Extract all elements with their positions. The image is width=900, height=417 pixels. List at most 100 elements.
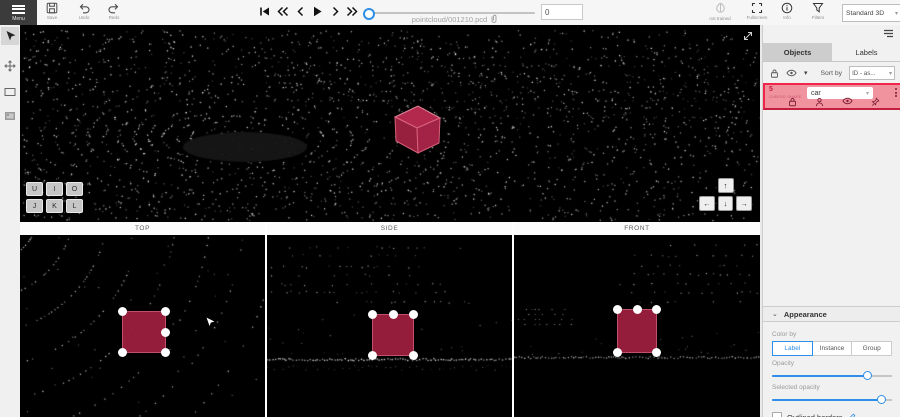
tool-select-cursor[interactable] bbox=[1, 27, 19, 45]
resize-handle[interactable] bbox=[652, 305, 661, 314]
appearance-header[interactable]: ⌄ Appearance bbox=[763, 306, 900, 322]
object-list-item[interactable]: 5 CUBOID SHAPE car ▾ bbox=[763, 83, 900, 110]
color-by-label-button[interactable]: Label bbox=[772, 341, 813, 356]
resize-handle[interactable] bbox=[161, 307, 170, 316]
fast-forward-button[interactable] bbox=[346, 5, 359, 18]
color-by-group-button[interactable]: Group bbox=[851, 341, 892, 356]
arrow-down-key[interactable]: ↓ bbox=[718, 196, 734, 211]
fullscreen-button[interactable]: Fullscreen bbox=[742, 2, 772, 20]
key-k[interactable]: K bbox=[46, 199, 63, 213]
prev-frame-button[interactable] bbox=[294, 5, 307, 18]
tool-image[interactable] bbox=[1, 107, 19, 125]
filename-text: pointcloud/001210.pcd bbox=[412, 15, 487, 24]
sort-by-label: Sort by bbox=[821, 70, 843, 77]
key-u[interactable]: U bbox=[26, 182, 43, 196]
app-window: Menu Save Undo Redo pointcloud/001210.pc… bbox=[0, 0, 900, 417]
key-o[interactable]: O bbox=[66, 182, 83, 196]
resize-handle[interactable] bbox=[409, 310, 418, 319]
frame-number-input[interactable] bbox=[541, 4, 583, 20]
filters-button[interactable]: Filters bbox=[803, 2, 833, 20]
save-button[interactable]: Save bbox=[38, 2, 66, 20]
key-l[interactable]: L bbox=[66, 199, 83, 213]
rotate-handle[interactable] bbox=[389, 310, 398, 319]
key-j[interactable]: J bbox=[26, 199, 43, 213]
kebab-menu-icon[interactable] bbox=[895, 88, 897, 97]
viewport-top-canvas-area[interactable] bbox=[20, 235, 265, 417]
rotate-handle[interactable] bbox=[161, 328, 170, 337]
resize-handle[interactable] bbox=[118, 348, 127, 357]
left-toolbar bbox=[0, 25, 21, 417]
filters-label: Filters bbox=[812, 15, 824, 20]
info-button[interactable]: Info bbox=[772, 2, 802, 20]
not-trained-label: not trained bbox=[709, 16, 730, 21]
objects-controls-row: ▾ Sort by ID - as... ▾ bbox=[763, 65, 900, 81]
viewport-top-title: TOP bbox=[20, 222, 265, 235]
opacity-slider[interactable] bbox=[772, 371, 892, 380]
arrow-right-key[interactable]: → bbox=[736, 196, 752, 211]
resize-handle[interactable] bbox=[161, 348, 170, 357]
not-trained-button[interactable]: not trained bbox=[704, 2, 736, 21]
next-frame-button[interactable] bbox=[329, 5, 342, 18]
resize-handle[interactable] bbox=[368, 310, 377, 319]
viewport-front-canvas-area[interactable] bbox=[514, 235, 760, 417]
pencil-icon[interactable] bbox=[847, 413, 856, 417]
arrow-up-key[interactable]: ↑ bbox=[718, 178, 734, 193]
menu-button[interactable]: Menu bbox=[0, 0, 37, 25]
key-i[interactable]: I bbox=[46, 182, 63, 196]
outlined-borders-row: Outlined borders bbox=[772, 412, 892, 417]
annotation-box-top[interactable] bbox=[122, 311, 166, 353]
annotation-box-side[interactable] bbox=[372, 314, 414, 356]
resize-handle[interactable] bbox=[118, 307, 127, 316]
tool-pan-move[interactable] bbox=[1, 57, 19, 75]
viewport-side: SIDE bbox=[267, 222, 512, 417]
save-label: Save bbox=[47, 15, 57, 20]
tool-box[interactable] bbox=[1, 83, 19, 101]
visibility-all-icon[interactable] bbox=[786, 69, 797, 77]
opacity-slider-handle[interactable] bbox=[863, 371, 872, 380]
person-icon[interactable] bbox=[815, 97, 824, 107]
caret-down-icon[interactable]: ▾ bbox=[804, 69, 808, 77]
nav-arrow-pad: ↑ ← ↓ → bbox=[699, 178, 752, 214]
rotate-handle[interactable] bbox=[633, 305, 642, 314]
color-by-instance-button[interactable]: Instance bbox=[812, 341, 853, 356]
arrow-left-key[interactable]: ← bbox=[699, 196, 715, 211]
annotation-box-front[interactable] bbox=[617, 309, 657, 353]
expand-icon[interactable] bbox=[742, 30, 754, 42]
fast-backward-button[interactable] bbox=[276, 5, 289, 18]
resize-handle[interactable] bbox=[613, 348, 622, 357]
object-id: 5 bbox=[769, 86, 773, 93]
lock-icon[interactable] bbox=[788, 97, 797, 107]
skip-start-button[interactable] bbox=[258, 5, 271, 18]
lock-all-icon[interactable] bbox=[770, 68, 779, 79]
tab-labels[interactable]: Labels bbox=[832, 43, 900, 61]
pin-icon[interactable] bbox=[871, 97, 880, 107]
collapse-chevron-icon: ⌄ bbox=[772, 310, 778, 318]
mode-select[interactable]: Standard 3D ▾ bbox=[842, 4, 900, 22]
selected-opacity-slider-handle[interactable] bbox=[877, 395, 886, 404]
filter-icon bbox=[812, 2, 824, 14]
cuboid-annotation-3d[interactable] bbox=[391, 104, 445, 156]
opacity-label: Opacity bbox=[772, 360, 892, 367]
right-sidebar: Objects Labels ▾ Sort by ID - as... ▾ 5 … bbox=[762, 25, 900, 417]
appearance-title: Appearance bbox=[784, 310, 827, 319]
outlined-borders-checkbox[interactable] bbox=[772, 412, 782, 417]
resize-handle[interactable] bbox=[613, 305, 622, 314]
viewport-side-canvas-area[interactable] bbox=[267, 235, 512, 417]
panel-menu-icon[interactable] bbox=[883, 29, 894, 38]
resize-handle[interactable] bbox=[652, 348, 661, 357]
resize-handle[interactable] bbox=[368, 351, 377, 360]
undo-button[interactable]: Undo bbox=[70, 2, 98, 20]
play-button[interactable] bbox=[311, 5, 324, 18]
resize-handle[interactable] bbox=[409, 351, 418, 360]
tab-objects[interactable]: Objects bbox=[763, 43, 832, 61]
pointcloud-canvas-main[interactable] bbox=[20, 25, 760, 222]
undo-label: Undo bbox=[79, 15, 90, 20]
undo-icon bbox=[78, 2, 90, 14]
selected-opacity-label: Selected opacity bbox=[772, 384, 892, 391]
eye-icon[interactable] bbox=[842, 97, 853, 107]
frame-slider-handle[interactable] bbox=[363, 8, 375, 20]
main-3d-viewport[interactable]: U I O J K L ↑ ← ↓ → bbox=[20, 25, 760, 222]
redo-button[interactable]: Redo bbox=[100, 2, 128, 20]
selected-opacity-slider[interactable] bbox=[772, 395, 892, 404]
sort-select[interactable]: ID - as... ▾ bbox=[849, 66, 895, 80]
